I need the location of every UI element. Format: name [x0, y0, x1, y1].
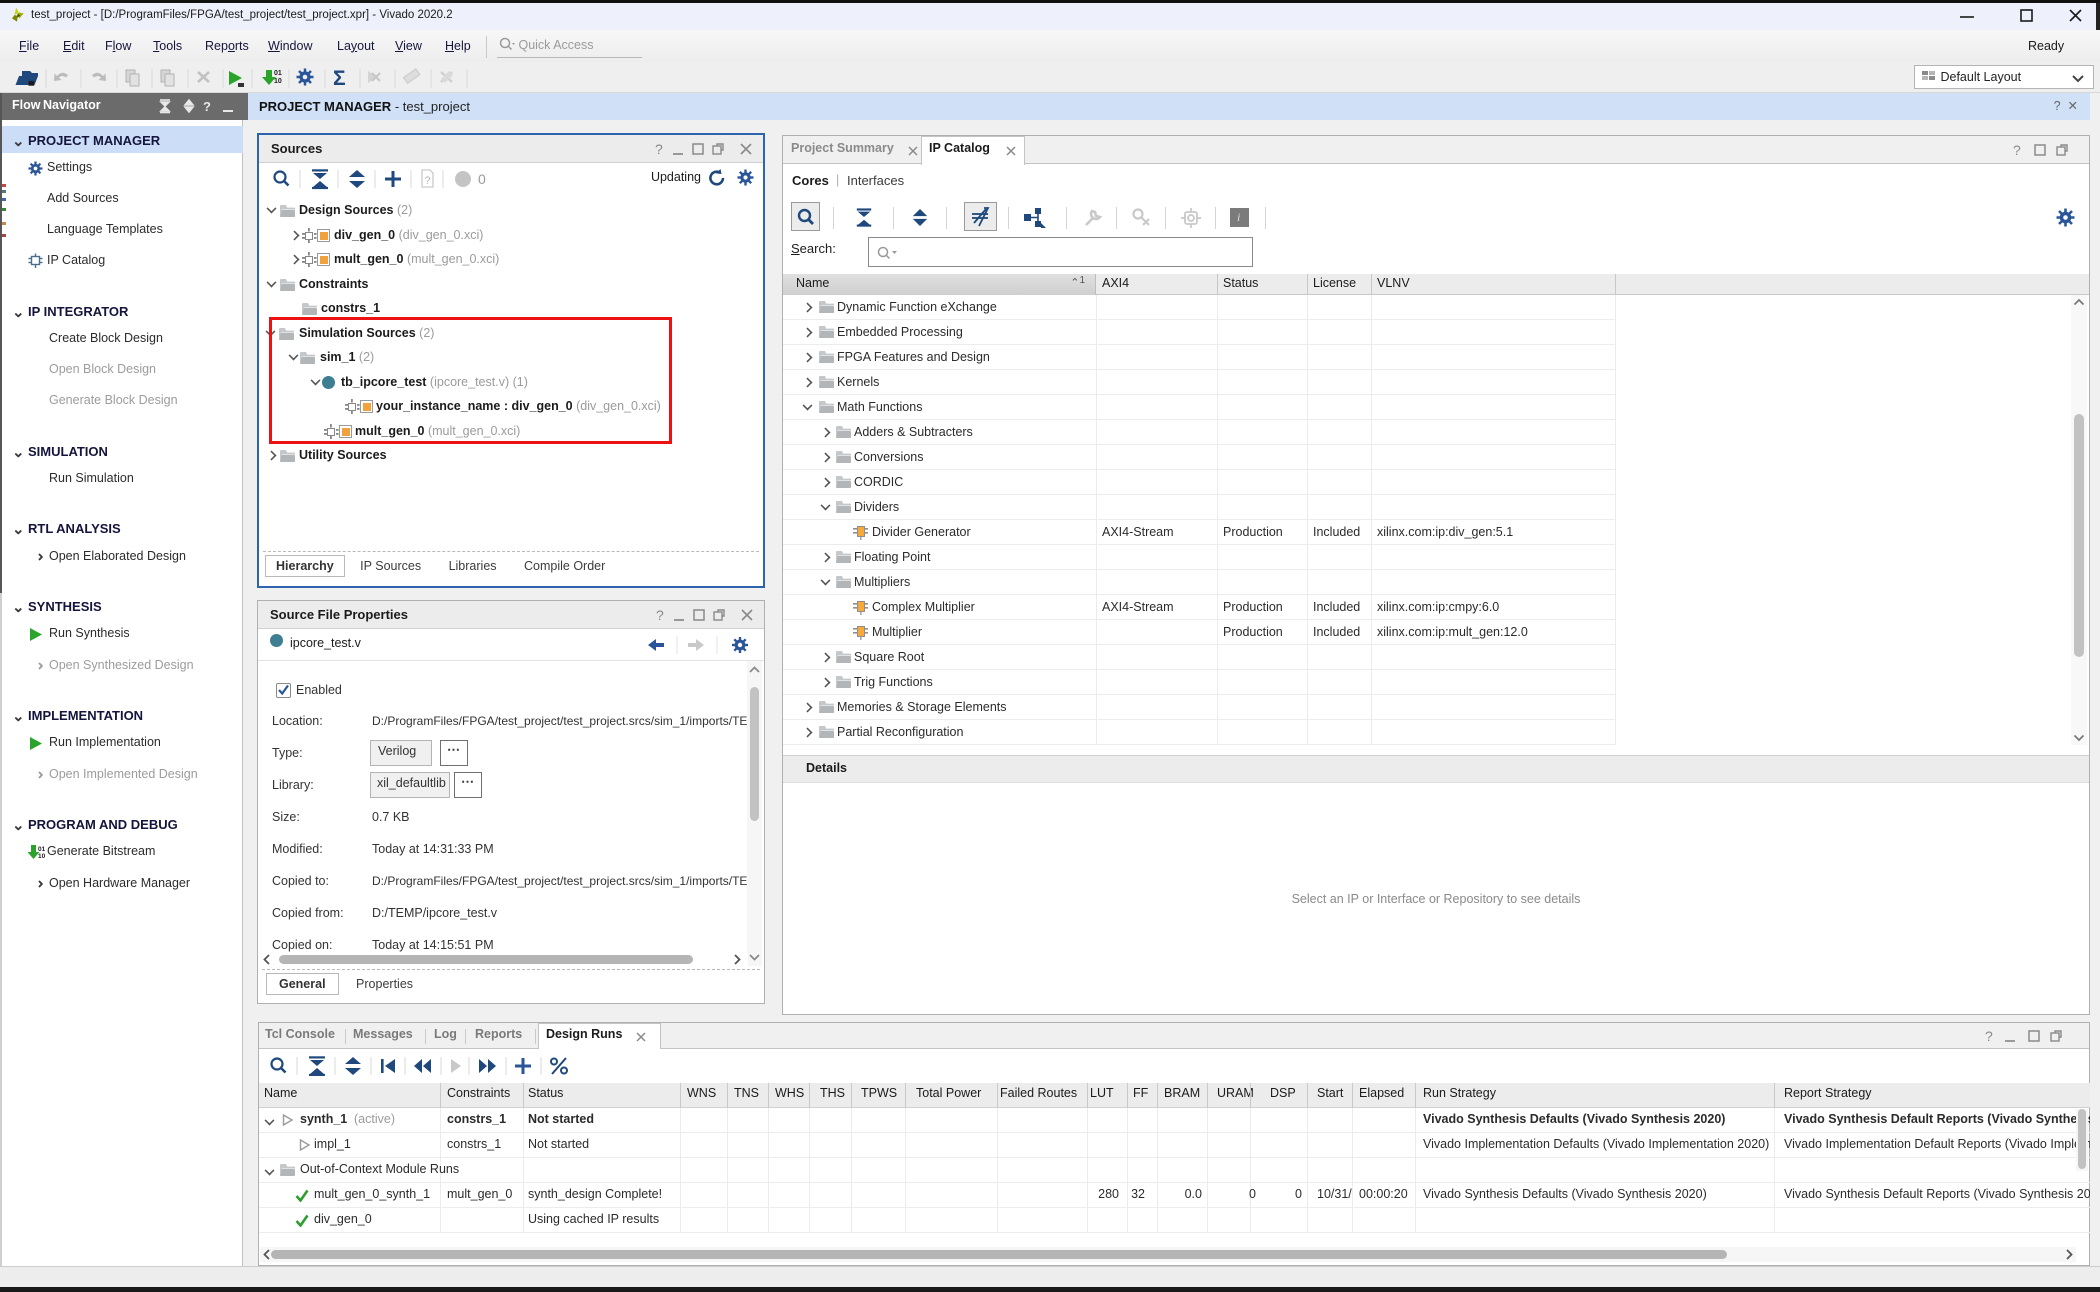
svg-text:10: 10	[274, 78, 282, 85]
svg-text:Σ: Σ	[333, 67, 346, 90]
svg-text:?: ?	[425, 175, 431, 187]
svg-text:?: ?	[203, 99, 211, 114]
svg-text:?: ?	[2013, 143, 2021, 157]
svg-text:?: ?	[656, 608, 664, 622]
svg-text:01: 01	[38, 846, 46, 853]
svg-text:10: 10	[38, 853, 46, 860]
svg-text:?: ?	[1985, 1029, 1993, 1043]
svg-text:0: 0	[478, 171, 486, 187]
svg-text:01: 01	[274, 70, 282, 77]
svg-text:?: ?	[655, 142, 663, 156]
